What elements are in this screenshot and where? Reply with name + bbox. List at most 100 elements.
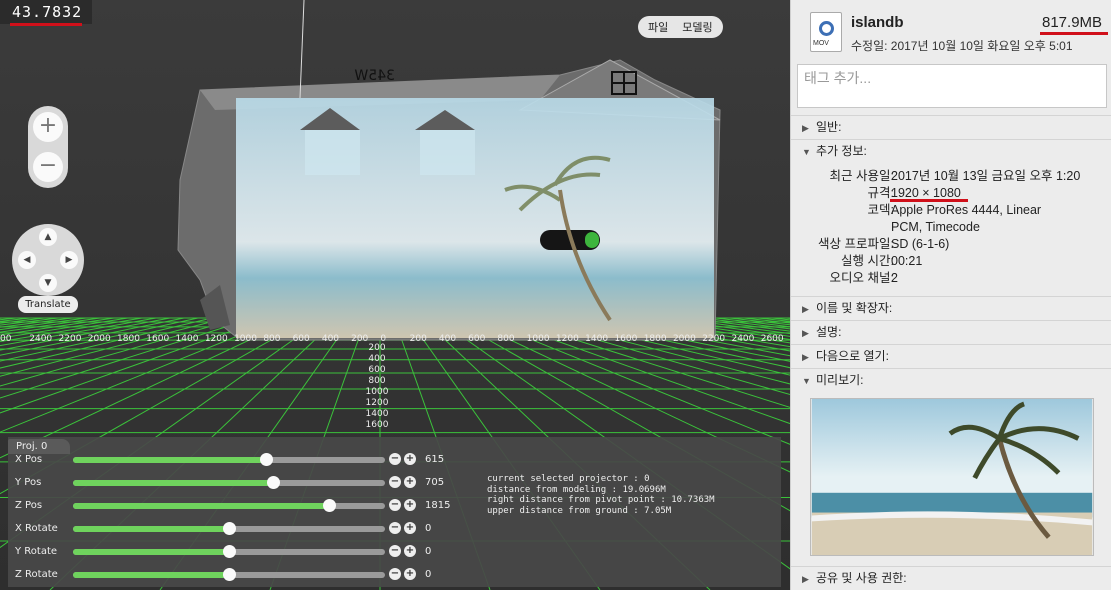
x-axis-tick-label: 00	[0, 334, 12, 344]
decrement-button[interactable]: −	[389, 453, 401, 465]
x-axis-tick-label: 1000	[234, 334, 257, 344]
x-axis-tick-label: 1200	[204, 334, 228, 344]
slider-knob[interactable]	[223, 545, 236, 558]
detail-value: PCM, Timecode	[891, 220, 980, 234]
x-axis-tick-label: 2000	[672, 334, 696, 344]
control-label: Z Pos	[15, 500, 43, 511]
control-row: Z Pos − +1815	[8, 496, 468, 516]
x-axis-tick-label: 2600	[760, 334, 784, 344]
disclosure-down-icon: ▼	[802, 376, 811, 386]
menu-file[interactable]: 파일	[648, 19, 668, 35]
decrement-button[interactable]: −	[389, 568, 401, 580]
menu-modeling[interactable]: 모델링	[682, 19, 712, 35]
detail-value: 2017년 10월 13일 금요일 오후 1:20	[891, 169, 1081, 183]
file-size: 817.9MB	[1042, 14, 1103, 31]
x-axis-tick-label: 1600	[614, 334, 638, 344]
pan-right-icon[interactable]: ▶	[60, 251, 78, 269]
x-axis-tick-label: 1600	[146, 334, 170, 344]
slider-knob[interactable]	[266, 476, 280, 489]
slider-fill	[73, 457, 267, 463]
control-label: Y Rotate	[15, 546, 58, 557]
pan-dpad: ▲ ◀ ▶ ▼	[12, 224, 84, 296]
detail-key: 최근 사용일:	[829, 169, 894, 183]
slider-fill	[73, 549, 229, 555]
control-row: X Pos − +615	[8, 450, 468, 470]
slider-knob[interactable]	[322, 499, 336, 512]
section-comments[interactable]: ▶ 설명:	[791, 320, 1111, 343]
decrement-button[interactable]: −	[389, 476, 401, 488]
disclosure-right-icon: ▶	[802, 352, 809, 362]
slider-fill	[73, 526, 229, 532]
x-axis-tick-label: 800	[497, 334, 515, 344]
disclosure-right-icon: ▶	[802, 328, 809, 338]
z-axis-tick-label: 1000	[365, 387, 389, 397]
slider-knob[interactable]	[223, 522, 236, 535]
detail-row: 코덱: Apple ProRes 4444, Linear	[791, 202, 1111, 219]
slider-knob[interactable]	[223, 568, 236, 581]
control-value: 0	[425, 569, 432, 580]
x-axis-tick-label: 600	[292, 334, 310, 344]
detail-row: PCM, Timecode	[791, 219, 1111, 236]
red-underline	[890, 199, 968, 202]
zoom-in-button[interactable]: +	[33, 112, 63, 142]
control-value: 1815	[425, 500, 451, 511]
file-ext-label: MOV	[813, 40, 829, 47]
decrement-button[interactable]: −	[389, 522, 401, 534]
z-axis-tick-label: 200	[368, 343, 386, 353]
control-label: X Pos	[15, 454, 43, 465]
control-slider[interactable]	[73, 499, 385, 512]
pan-down-icon[interactable]: ▼	[39, 274, 57, 292]
x-axis-tick-label: 800	[263, 334, 281, 344]
decrement-button[interactable]: −	[389, 545, 401, 557]
red-underline	[10, 23, 82, 26]
detail-key: 오디오 채널:	[829, 271, 894, 285]
increment-button[interactable]: +	[404, 522, 416, 534]
increment-button[interactable]: +	[404, 476, 416, 488]
disclosure-right-icon: ▶	[802, 574, 809, 584]
zoom-control: + −	[28, 106, 68, 188]
red-underline	[1040, 32, 1108, 35]
z-axis-tick-label: 400	[368, 354, 386, 364]
section-open-with[interactable]: ▶ 다음으로 열기:	[791, 344, 1111, 367]
decrement-button[interactable]: −	[389, 499, 401, 511]
section-sharing[interactable]: ▶ 공유 및 사용 권한:	[791, 566, 1111, 589]
increment-button[interactable]: +	[404, 545, 416, 557]
control-slider[interactable]	[73, 568, 385, 581]
x-axis-tick-label: 2400	[731, 334, 755, 344]
section-name-ext[interactable]: ▶ 이름 및 확장자:	[791, 296, 1111, 319]
x-axis-tick-label: 1800	[643, 334, 667, 344]
zoom-out-button[interactable]: −	[33, 152, 63, 182]
control-label: Z Rotate	[15, 569, 58, 580]
z-axis-tick-label: 600	[368, 365, 386, 375]
slider-fill	[73, 572, 229, 578]
x-axis-tick-label: 600	[468, 334, 486, 344]
section-general[interactable]: ▶ 일반:	[791, 115, 1111, 138]
control-slider[interactable]	[73, 522, 385, 535]
increment-button[interactable]: +	[404, 453, 416, 465]
control-slider[interactable]	[73, 545, 385, 558]
pan-up-icon[interactable]: ▲	[39, 228, 57, 246]
control-value: 0	[425, 546, 432, 557]
increment-button[interactable]: +	[404, 499, 416, 511]
modified-date: 수정일: 2017년 10월 10일 화요일 오후 5:01	[851, 39, 1073, 53]
translate-mode-button[interactable]: Translate	[18, 296, 78, 313]
control-value: 615	[425, 454, 445, 465]
control-slider[interactable]	[73, 476, 385, 489]
control-row: Y Pos − +705	[8, 473, 468, 493]
pan-left-icon[interactable]: ◀	[18, 251, 36, 269]
disclosure-right-icon: ▶	[802, 123, 809, 133]
slider-knob[interactable]	[260, 453, 274, 466]
section-preview[interactable]: ▼ 미리보기:	[791, 368, 1111, 391]
z-axis-tick-label: 1600	[365, 420, 389, 430]
control-row: X Rotate − +0	[8, 519, 468, 539]
3d-viewport[interactable]: 345W 43.7832 파일 모델링 + − ▲ ◀ ▶ ▼ Translat…	[0, 0, 790, 590]
x-axis-tick-label: 400	[438, 334, 457, 344]
tags-field[interactable]: 태그 추가...	[797, 64, 1107, 108]
house-sign: 345W	[354, 68, 395, 84]
increment-button[interactable]: +	[404, 568, 416, 580]
detail-value: 2	[891, 271, 898, 285]
slider-fill	[73, 503, 329, 509]
control-slider[interactable]	[73, 453, 385, 466]
x-axis-tick-label: 2200	[58, 334, 82, 344]
section-more-info[interactable]: ▼ 추가 정보:	[791, 139, 1111, 162]
